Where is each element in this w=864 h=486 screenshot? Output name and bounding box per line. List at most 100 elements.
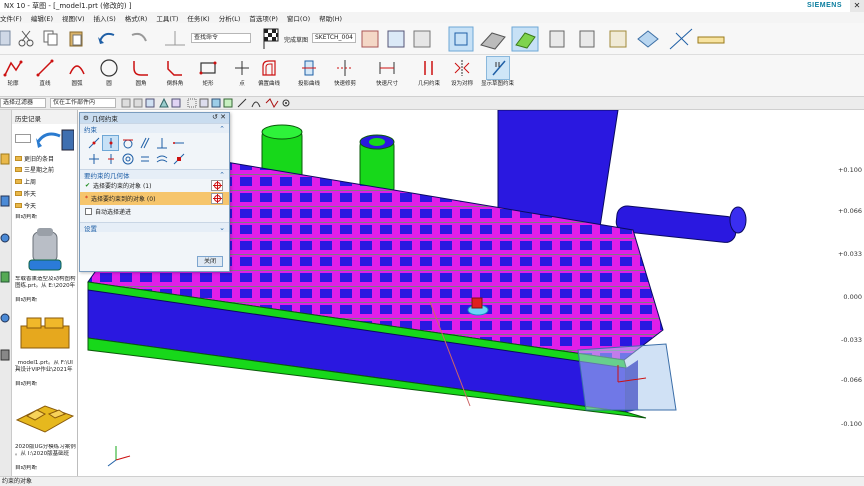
history-folder-older[interactable]: 更旧的条目 [15,154,54,163]
history-title: 历史记录 [12,110,77,124]
menu-file[interactable]: 文件(F) [0,13,22,23]
concentric-constraint-icon[interactable] [120,152,135,166]
menu-preferences[interactable]: 首选项(P) [249,13,278,23]
fit-view-icon [448,26,474,52]
auto-select-checkbox[interactable] [85,208,92,215]
view-orient-icon [549,30,565,48]
quick-trim-tool[interactable]: 快速修剪 [334,57,356,87]
parallel-constraint-icon[interactable] [137,136,152,150]
menu-format[interactable]: 格式(R) [125,13,148,23]
coincident-constraint-icon[interactable] [86,136,101,150]
perpendicular-constraint-icon[interactable] [154,136,169,150]
fillet-tool[interactable]: 圆角 [130,57,152,87]
auto-infer-label: 自动判断 [15,297,38,303]
project-curve-icon [302,60,316,76]
menu-edit[interactable]: 编辑(E) [31,13,53,23]
menu-help[interactable]: 帮助(H) [319,13,342,23]
scale-label: -0.066 [841,376,862,384]
chevron-up-icon: ⌃ [219,125,225,133]
folder-icon [15,191,22,196]
nx-window: NX 10 - 草图 - [_model1.prt (修改的) ] SIEMEN… [0,0,864,486]
sketch-name-select[interactable]: SKETCH_004 [312,33,356,43]
project-curve-tool[interactable]: 投影曲线 [298,57,320,87]
midpoint-constraint-icon[interactable] [103,152,118,166]
selection-scope-select[interactable]: 仅在工作部件内 [50,98,116,108]
fixed-constraint-icon[interactable] [171,152,186,166]
rectangle-tool[interactable]: 矩形 [197,57,219,87]
menu-tools[interactable]: 工具(T) [156,13,178,23]
menu-analysis[interactable]: 分析(L) [219,13,241,23]
tangent-constraint-icon[interactable] [120,136,135,150]
offset-curve-icon [262,60,276,76]
crosshair-icon[interactable] [211,180,223,191]
line-tool[interactable]: 直线 [34,57,56,87]
sketch-plane-icon [165,31,185,46]
make-symmetric-icon [454,60,470,76]
history-folder-3weeks[interactable]: 三星期之前 [15,165,54,174]
equal-radius-constraint-icon[interactable] [154,152,169,166]
constraint-section-header[interactable]: 约束 ⌃ [80,123,229,134]
profile-tool[interactable]: 轮廓 [2,57,24,87]
menu-insert[interactable]: 插入(S) [94,13,116,23]
menu-task[interactable]: 任务(K) [187,13,209,23]
history-dropdown[interactable] [15,134,31,143]
show-sketch-constraints-tool[interactable]: 显示草图约束 [481,56,514,87]
select-object-row[interactable]: ✔ 选择要约束的对象 (1) [80,179,229,192]
history-thumb-3[interactable] [15,392,75,440]
settings-section-header[interactable]: 设置 ⌄ [80,222,229,233]
geometry-section-header[interactable]: 要约束的几何体 ⌃ [80,169,229,180]
menu-bar: 文件(F) 编辑(E) 视图(V) 插入(S) 格式(R) 工具(T) 任务(K… [0,12,864,23]
menu-view[interactable]: 视图(V) [62,13,85,23]
redo-icon [131,32,147,42]
selection-bar: 选择过滤器 仅在工作部件内 [0,97,864,110]
history-folder-lastweek[interactable]: 上周 [15,177,36,186]
model-thumbnail-icon [20,317,70,349]
menu-window[interactable]: 窗口(O) [287,13,310,23]
close-icon[interactable]: ✕ [220,113,226,121]
make-symmetric-tool[interactable]: 设为对称 [451,57,473,87]
standard-toolbar-icons [0,26,725,52]
title-bar: NX 10 - 草图 - [_model1.prt (修改的) ] SIEMEN… [0,0,864,12]
window-title: NX 10 - 草图 - [_model1.prt (修改的) ] [4,2,132,10]
finish-flag-icon [263,28,279,49]
folder-icon [15,179,22,184]
circle-tool[interactable]: 圆 [98,57,120,87]
ruler-icon [697,36,725,44]
auto-infer-label: 自动判断 [15,465,38,471]
scale-label: 0.000 [843,293,862,301]
reset-icon[interactable]: ↺ [212,113,218,121]
arc-icon [69,65,85,75]
crosshair-icon[interactable] [211,193,223,204]
dialog-title-bar[interactable]: ⚙ 几何约束 ↺ ✕ [80,113,229,123]
folder-icon [15,156,22,161]
geometric-constraints-tool[interactable]: 几何约束 [418,57,440,87]
shaded-edges-icon [511,26,539,52]
vertical-constraint-icon[interactable] [86,152,101,166]
selection-filter-select[interactable]: 选择过滤器 [0,98,46,108]
siemens-logo: SIEMENS [806,2,842,9]
history-folder-today[interactable]: 今天 [15,201,36,210]
equal-length-constraint-icon[interactable] [137,152,152,166]
offset-curve-tool[interactable]: 偏置曲线 [258,57,280,87]
point-on-curve-constraint-icon[interactable] [102,135,119,151]
finish-sketch-label[interactable]: 完成草图 [284,35,308,44]
select-target-row[interactable]: * 选择要约束到的对象 (0) [80,192,229,205]
geometric-constraints-icon [424,61,433,75]
close-window-button[interactable]: ✕ [850,0,864,12]
rapid-dimension-tool[interactable]: 快速尺寸 [376,57,398,87]
history-thumb-2[interactable] [15,308,74,356]
command-search-input[interactable]: 查找命令 [191,33,251,43]
asterisk-icon: * [85,195,88,202]
arc-tool[interactable]: 圆弧 [66,57,88,87]
history-folder-yesterday[interactable]: 昨天 [15,189,36,198]
circle-icon [100,59,118,77]
chevron-down-icon: ⌄ [219,224,225,232]
close-button[interactable]: 关闭 [197,256,223,267]
undo-icon [98,32,115,44]
chamfer-tool[interactable]: 倒斜角 [164,57,186,87]
point-tool[interactable]: 点 [231,57,253,87]
horizontal-constraint-icon[interactable] [171,136,186,150]
history-caption-1: 车载香薰造型及动构图构图练.prt。从 E:\2020年 [15,276,76,289]
history-thumb-1[interactable] [15,226,74,274]
reattach-icon [387,30,405,48]
